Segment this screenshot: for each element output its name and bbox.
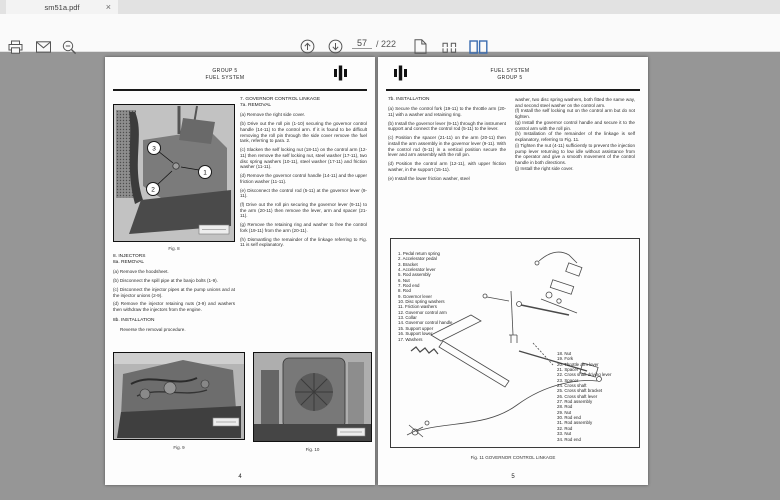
figure-11-diagram: 1. Pedal return spring2. Accelerator ped… xyxy=(390,238,640,448)
installation-col2: washer, two disc spring washers, both fi… xyxy=(515,97,635,172)
paragraph: (c) Position the spacer (21-11) on the a… xyxy=(388,135,506,158)
print-button[interactable] xyxy=(8,40,23,54)
paragraph: (d) Position the control arm (12-11), wi… xyxy=(388,161,506,172)
paragraph: (d) Remove the governor control handle (… xyxy=(240,173,367,184)
paragraph: (h) Dismantling the remainder of the lin… xyxy=(240,237,367,248)
pdf-page-left: GROUP 5 FUEL SYSTEM xyxy=(105,57,375,485)
two-page-view-button[interactable] xyxy=(469,40,488,54)
figure-9-photo xyxy=(113,352,245,445)
parts-list-18-34: 18. Nut19. Fork20. Throttle arm lever21.… xyxy=(557,351,611,442)
header-system: FUEL SYSTEM xyxy=(165,75,285,82)
zoom-out-button[interactable] xyxy=(62,40,77,55)
right-page-number: 5 xyxy=(378,474,648,480)
paragraph: (c) Disconnect the injector pipes at the… xyxy=(113,287,235,298)
paragraph: (f) Drive out the roll pin securing the … xyxy=(240,202,367,219)
injectors-install-heading: 8b. INSTALLATION xyxy=(113,318,235,324)
paragraph: (b) Drive out the roll pin (1-10) securi… xyxy=(240,121,367,144)
ih-logo xyxy=(394,65,407,86)
page-number-input[interactable] xyxy=(352,38,372,49)
injectors-removal-heading: 8a. REMOVAL xyxy=(113,260,235,266)
paragraph: (d) Remove the injector retaining nuts (… xyxy=(113,301,235,312)
arrow-down-circle-icon xyxy=(328,39,343,54)
single-page-view-button[interactable] xyxy=(414,39,427,54)
right-page-header: FUEL SYSTEM GROUP 5 xyxy=(450,68,570,81)
paragraph: (g) Remove the retaining ring and washer… xyxy=(240,222,367,233)
email-button[interactable] xyxy=(36,41,51,53)
email-icon xyxy=(36,41,51,53)
figure-10-caption: Fig. 10 xyxy=(253,447,372,452)
pdf-viewer-window: sm51a.pdf × xyxy=(0,0,780,500)
svg-text:1: 1 xyxy=(203,169,207,176)
paragraph: (b) Install the governor lever (9-11) th… xyxy=(388,121,506,132)
paragraph: (i) Tighten the nut (4-11) sufficiently … xyxy=(515,143,635,166)
page-total-label: / 222 xyxy=(376,39,396,49)
single-page-icon xyxy=(414,39,427,54)
previous-page-button[interactable] xyxy=(300,39,315,54)
paragraph: (f) Install the self locking nut on the … xyxy=(515,108,635,119)
tab-title: sm51a.pdf xyxy=(44,3,79,12)
paragraph: (g) Install the governor control handle … xyxy=(515,120,635,131)
governor-section: 7. GOVERNOR CONTROL LINKAGE 7a. REMOVAL … xyxy=(240,97,367,248)
paragraph: (c) Slacken the self locking nut (18-11)… xyxy=(240,147,367,170)
paragraph: (h) Installation of the remainder of the… xyxy=(515,131,635,142)
injectors-removal-steps: (a) Remove the hoodsheet. (b) Disconnect … xyxy=(113,269,235,312)
page-fit-view-button[interactable] xyxy=(441,41,458,54)
next-page-button[interactable] xyxy=(328,39,343,54)
paragraph: (a) Remove the hoodsheet. xyxy=(113,269,235,275)
header-group: GROUP 5 xyxy=(450,75,570,82)
installation-heading: 7b. INSTALLATION xyxy=(388,97,506,103)
svg-text:3: 3 xyxy=(152,145,156,152)
arrow-up-circle-icon xyxy=(300,39,315,54)
paragraph: (a) Remove the right side cover. xyxy=(240,112,367,118)
svg-text:2: 2 xyxy=(151,186,155,193)
left-page-header: GROUP 5 FUEL SYSTEM xyxy=(165,68,285,81)
two-page-icon xyxy=(469,40,488,54)
header-rule xyxy=(113,89,367,91)
parts-list-1-17: 1. Pedal return spring2. Accelerator ped… xyxy=(398,251,452,342)
figure-10-photo xyxy=(253,352,372,447)
zoom-out-icon xyxy=(62,40,77,55)
ih-logo xyxy=(334,65,347,86)
paragraph: (e) Install the lower friction washer, s… xyxy=(388,176,506,182)
installation-steps-col1: (a) Secure the control fork (19-11) to t… xyxy=(388,106,506,181)
figure-8-caption: Fig. 8 xyxy=(113,246,235,251)
left-page-number: 4 xyxy=(105,474,375,480)
tab-sm51a-pdf[interactable]: sm51a.pdf × xyxy=(6,0,118,14)
close-icon[interactable]: × xyxy=(106,0,111,14)
paragraph: (b) Disconnect the spill pipe at the ban… xyxy=(113,278,235,284)
header-rule xyxy=(386,89,640,91)
injectors-install-text: Reverse the removal procedure. xyxy=(113,327,235,333)
tab-bar: sm51a.pdf × xyxy=(0,0,780,14)
figure-8-photo: 3 1 2 xyxy=(113,104,235,247)
page-fit-icon xyxy=(441,41,458,54)
paragraph: washer, two disc spring washers, both fi… xyxy=(515,97,635,108)
figure-9-caption: Fig. 9 xyxy=(113,445,245,450)
paragraph: (e) Disconnect the control rod (5-11) at… xyxy=(240,188,367,199)
part-item: 34. Rod end xyxy=(557,437,611,442)
installation-steps-col2: washer, two disc spring washers, both fi… xyxy=(515,97,635,172)
pdf-toolbar: / 222 xyxy=(0,14,780,52)
page-number-control: / 222 xyxy=(352,38,396,49)
paragraph: (a) Secure the control fork (19-11) to t… xyxy=(388,106,506,117)
figure-11-caption: Fig. 11 GOVERNOR CONTROL LINKAGE xyxy=(378,455,648,460)
print-icon xyxy=(8,40,23,54)
governor-removal-steps: (a) Remove the right side cover. (b) Driv… xyxy=(240,112,367,248)
part-item: 17. Washers xyxy=(398,337,452,342)
part-item: 22. Cross shaft driving lever xyxy=(557,372,611,377)
paragraph: (j) Install the right side cover. xyxy=(515,166,635,172)
injectors-section: 8. INJECTORS 8a. REMOVAL (a) Remove the … xyxy=(113,254,235,333)
pdf-page-right: FUEL SYSTEM GROUP 5 7b. INSTALLATION (a)… xyxy=(378,57,648,485)
governor-removal-heading: 7a. REMOVAL xyxy=(240,103,367,109)
installation-col1: 7b. INSTALLATION (a) Secure the control … xyxy=(388,97,506,181)
